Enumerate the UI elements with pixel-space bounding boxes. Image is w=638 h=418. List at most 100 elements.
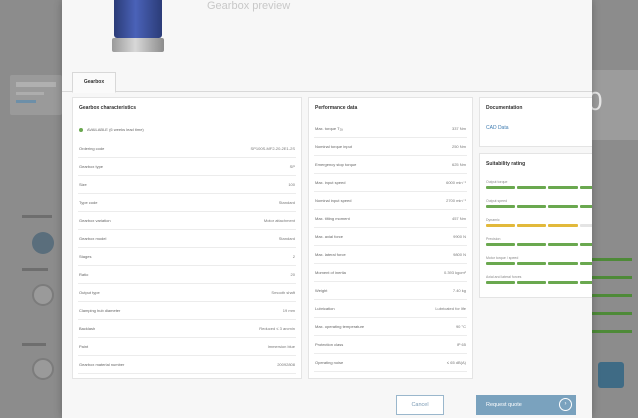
spec-label: Output type	[79, 290, 100, 295]
rating-segment	[486, 205, 516, 208]
spec-label: Backlash	[79, 326, 96, 331]
documentation-panel: Documentation CAD Data ›	[479, 97, 592, 147]
background-stripe	[592, 258, 632, 261]
spec-row: Protection class IP 65	[314, 336, 467, 354]
rating-segment	[486, 281, 516, 284]
spec-row: Gearbox material number 20092808	[78, 356, 296, 374]
tab-gearbox[interactable]: Gearbox	[72, 72, 116, 93]
spec-label: Nominal input speed	[315, 198, 352, 203]
spec-label: Max. lateral force	[315, 252, 346, 257]
spec-label: Emergency stop torque	[315, 162, 357, 167]
background-circle-icon	[32, 284, 54, 306]
spec-value: Reduced ≤ 3 arcmin	[259, 326, 295, 331]
spec-row: Backlash Reduced ≤ 3 arcmin	[78, 320, 296, 338]
spec-value: SP100S-MF2-20-2E1-2S	[250, 146, 295, 151]
background-action-button	[598, 362, 624, 388]
spec-label: Ordering code	[79, 146, 105, 151]
spec-row: Ordering code SP100S-MF2-20-2E1-2S	[78, 140, 296, 158]
spec-row: Weight 7.40 kg	[314, 282, 467, 300]
spec-label: Gearbox model	[79, 236, 107, 241]
spec-row: Nominal torque input 250 Nm	[314, 138, 467, 156]
suitability-label: Precision	[486, 237, 501, 241]
suitability-item: Dynamic	[486, 218, 592, 236]
cad-data-link[interactable]: CAD Data ›	[486, 125, 592, 137]
arrow-right-icon: ›	[559, 398, 572, 411]
spec-row: Max. operating temperature 90 °C	[314, 318, 467, 336]
suitability-item: Motor torque / speed	[486, 256, 592, 274]
background-stripe	[592, 294, 632, 297]
spec-value: 9800 N	[453, 252, 466, 257]
background-info-icon	[32, 232, 54, 254]
spec-row: Size 100	[78, 176, 296, 194]
spec-label: Clamping hub diameter	[79, 308, 121, 313]
spec-row: Max. tilting moment 457 Nm	[314, 210, 467, 228]
rating-segment	[548, 186, 578, 189]
performance-data-panel: Performance data Max. torque T₂ₐ 337 Nm No…	[308, 97, 473, 379]
availability-status: AVAILABLE (6 weeks lead time)	[78, 123, 296, 137]
spec-label: Stages	[79, 254, 92, 259]
spec-label: Weight	[315, 288, 328, 293]
rating-segment	[486, 262, 516, 265]
rating-segment	[517, 205, 547, 208]
rating-segment	[548, 205, 578, 208]
suitability-bar	[486, 224, 592, 227]
spec-label: Ratio	[79, 272, 89, 277]
rating-segment	[579, 224, 592, 227]
spec-label: Moment of inertia	[315, 270, 346, 275]
spec-label: Paint	[79, 344, 89, 349]
suitability-label: Axial and lateral forces	[486, 275, 522, 279]
background-panel	[10, 75, 62, 115]
suitability-bar	[486, 262, 592, 265]
background-left-area	[0, 0, 62, 418]
gearbox-product-image	[112, 0, 164, 56]
spec-row: Max. input speed 6000 min⁻¹	[314, 174, 467, 192]
spec-label: Nominal torque input	[315, 144, 352, 149]
spec-value: 2	[292, 254, 295, 259]
background-label	[22, 268, 48, 271]
spec-value: 250 Nm	[451, 144, 466, 149]
spec-label: Gearbox variation	[79, 218, 111, 223]
cancel-button[interactable]: Cancel	[396, 395, 444, 415]
spec-value: 90 °C	[455, 324, 466, 329]
product-title: Gearbox preview	[207, 0, 291, 12]
request-quote-button[interactable]: Request quote ›	[476, 395, 576, 415]
spec-row: Output type Smooth shaft	[78, 284, 296, 302]
spec-row: Ratio 20	[78, 266, 296, 284]
modal-footer: Cancel Request quote ›	[62, 388, 592, 418]
suitability-bar	[486, 186, 592, 189]
suitability-item: Output speed	[486, 199, 592, 217]
spec-row: Moment of inertia 0.393 kgcm²	[314, 264, 467, 282]
rating-segment	[517, 262, 547, 265]
rating-segment	[579, 243, 592, 246]
spec-value: 337 Nm	[451, 126, 466, 131]
suitability-rating-panel: Suitability rating Output torque Output s…	[479, 153, 592, 298]
suitability-bar	[486, 205, 592, 208]
background-circle-icon	[32, 358, 54, 380]
spec-value: 20	[290, 272, 295, 277]
spec-row: Nominal input speed 2700 min⁻¹	[314, 192, 467, 210]
spec-row: Lubrication Lubricated for life	[314, 300, 467, 318]
rating-segment	[486, 224, 516, 227]
suitability-bar	[486, 281, 592, 284]
suitability-item: Precision	[486, 237, 592, 255]
background-label	[22, 215, 52, 218]
spec-value: ≤ 65 dB(A)	[446, 360, 466, 365]
rating-segment	[486, 243, 516, 246]
rating-segment	[579, 205, 592, 208]
spec-value: 0.393 kgcm²	[443, 270, 466, 275]
suitability-label: Output torque	[486, 180, 508, 184]
spec-value: Smooth shaft	[271, 290, 295, 295]
spec-row: Stages 2	[78, 248, 296, 266]
panel-title: Documentation	[486, 105, 523, 111]
spec-row: Max. lateral force 9800 N	[314, 246, 467, 264]
spec-row: Clamping hub diameter 19 mm	[78, 302, 296, 320]
tab-bar: Gearbox	[62, 70, 592, 93]
spec-row: Max. torque T₂ₐ 337 Nm	[314, 120, 467, 138]
spec-label: Gearbox type	[79, 164, 104, 169]
rating-segment	[579, 186, 592, 189]
rating-segment	[579, 281, 592, 284]
suitability-label: Dynamic	[486, 218, 500, 222]
panel-title: Suitability rating	[486, 161, 526, 167]
spec-row: Gearbox model Standard	[78, 230, 296, 248]
rating-segment	[548, 224, 578, 227]
